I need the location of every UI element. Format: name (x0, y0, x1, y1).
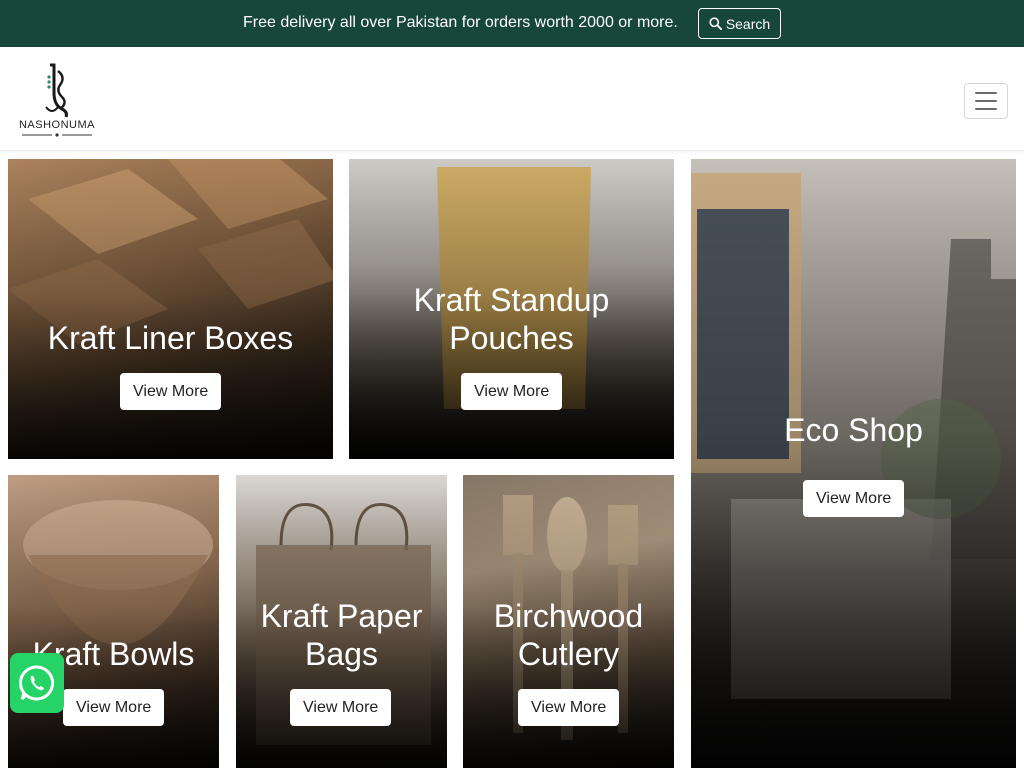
category-tile-birchwood-cutlery[interactable]: Birchwood Cutlery View More (463, 475, 674, 768)
tile-overlay (691, 159, 1016, 768)
whatsapp-icon (19, 665, 55, 701)
tile-title-line-2: Cutlery (517, 636, 620, 672)
tile-title: Kraft Liner Boxes (47, 320, 294, 356)
view-more-button[interactable]: View More (518, 689, 620, 726)
category-tile-kraft-bowls[interactable]: Kraft Bowls View More (8, 475, 219, 768)
hamburger-menu-icon (975, 92, 997, 94)
tile-title-line-1: Kraft Standup (413, 282, 610, 318)
tile-title: Eco Shop (784, 412, 923, 448)
whatsapp-chat-button[interactable] (10, 653, 64, 713)
category-tile-kraft-liner-boxes[interactable]: Kraft Liner Boxes View More (8, 159, 333, 459)
tile-title-line-2: Bags (305, 636, 378, 672)
view-more-button[interactable]: View More (461, 373, 563, 410)
tile-title-line-1: Birchwood (493, 598, 644, 634)
hamburger-menu-icon (975, 108, 997, 110)
view-more-button[interactable]: View More (63, 689, 165, 726)
menu-toggle-button[interactable] (964, 83, 1008, 119)
tile-title-line-1: Kraft Paper (260, 598, 423, 634)
view-more-button[interactable]: View More (290, 689, 392, 726)
search-button[interactable]: Search (698, 8, 781, 39)
site-logo[interactable]: NASHONUMA (16, 63, 98, 137)
category-tile-kraft-standup-pouches[interactable]: Kraft Standup Pouches View More (349, 159, 674, 459)
view-more-button[interactable]: View More (803, 480, 905, 517)
logo-text: NASHONUMA (18, 119, 95, 131)
tile-overlay (8, 159, 333, 459)
tile-title-line-2: Pouches (449, 320, 574, 356)
category-tile-eco-shop[interactable]: Eco Shop View More (691, 159, 1016, 768)
search-icon (709, 17, 722, 30)
search-button-label: Search (725, 15, 771, 32)
logo-mark-icon (45, 63, 68, 118)
hamburger-menu-icon (975, 100, 997, 102)
logo-ornament-icon (22, 133, 92, 137)
announcement-text: Free delivery all over Pakistan for orde… (243, 14, 678, 31)
announcement-bar: Free delivery all over Pakistan for orde… (0, 0, 1024, 47)
view-more-button[interactable]: View More (120, 373, 222, 410)
site-header: NASHONUMA (0, 47, 1024, 151)
category-tile-kraft-paper-bags[interactable]: Kraft Paper Bags View More (236, 475, 447, 768)
